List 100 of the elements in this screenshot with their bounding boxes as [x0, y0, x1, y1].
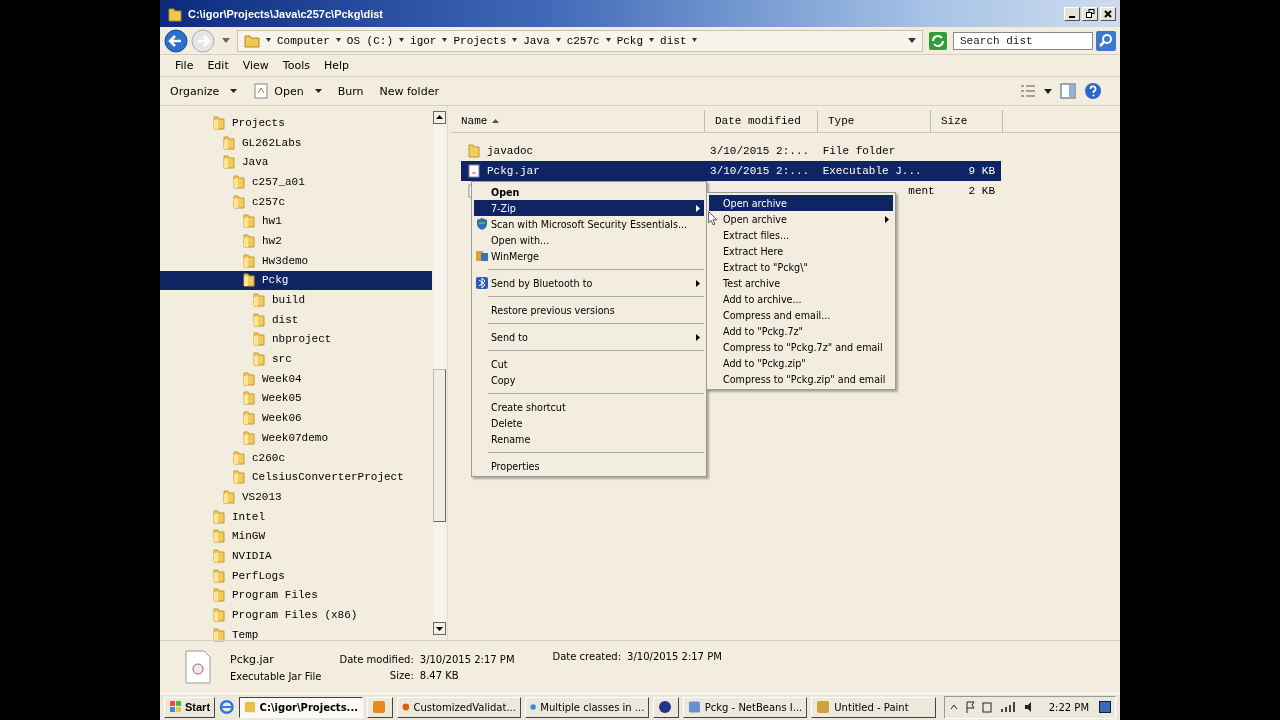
caret-icon[interactable] [649, 38, 655, 43]
selected-file-row[interactable]: Pckg.jar 3/10/2015 2:... Executable J... 9 KB [461, 161, 1001, 181]
tree-item[interactable]: Hw3demo [160, 250, 432, 271]
search-icon[interactable] [1096, 30, 1116, 51]
taskbar-button[interactable] [653, 696, 679, 718]
caret-icon[interactable] [605, 38, 611, 43]
menu-item[interactable]: Help [316, 59, 357, 72]
context-menu-item[interactable]: Open [474, 184, 704, 200]
tree-item[interactable]: Projects [160, 113, 432, 133]
tree-item[interactable]: MinGW [160, 526, 432, 547]
address-bar[interactable]: Computer OS (C:) igor Projects Java c257c Pckg dist [237, 29, 923, 52]
tree-item[interactable]: GL262Labs [160, 132, 432, 153]
breadcrumb[interactable]: igor [410, 34, 437, 47]
tree-item[interactable]: Week06 [160, 408, 432, 428]
column-header[interactable]: Name [451, 110, 705, 132]
tree-item[interactable]: nbproject [160, 329, 432, 350]
close-button[interactable] [1100, 6, 1116, 21]
taskbar-button[interactable] [367, 696, 393, 718]
submenu-item[interactable]: Compress to "Pckg.7z" and email [709, 339, 893, 355]
breadcrumb[interactable]: Projects [453, 34, 507, 47]
context-menu-item[interactable]: Scan with Microsoft Security Essentials... [474, 216, 704, 232]
tree-item[interactable]: NVIDIA [160, 546, 432, 566]
search-field[interactable]: Search dist [953, 31, 1093, 50]
menu-item[interactable]: Tools [275, 59, 317, 72]
tree-item[interactable]: c257_a01 [160, 172, 432, 192]
submenu-item[interactable]: Add to "Pckg.7z" [709, 323, 893, 339]
context-menu-item[interactable]: Cut [474, 356, 704, 372]
refresh-icon[interactable] [929, 31, 947, 50]
tree-item[interactable]: build [160, 290, 432, 310]
submenu-item[interactable]: Extract to "Pckg\" [709, 259, 893, 275]
tree-item[interactable]: CelsiusConverterProject [160, 467, 432, 488]
submenu-item[interactable]: Extract Here [709, 243, 893, 259]
context-menu-item[interactable]: Send by Bluetooth to [474, 275, 704, 291]
breadcrumb[interactable]: Pckg [616, 34, 644, 47]
tree-item[interactable]: Program Files (x86) [160, 605, 432, 625]
context-menu-item[interactable]: 7-Zip [474, 200, 704, 216]
caret-icon[interactable] [555, 38, 561, 43]
tree-item[interactable]: dist [160, 309, 432, 330]
preview-pane-icon[interactable] [1060, 83, 1076, 99]
file-row[interactable]: javadoc 3/10/2015 2:... File folder [461, 141, 1001, 161]
menu-item[interactable]: Edit [200, 59, 236, 72]
tree-item[interactable]: c260c [160, 447, 432, 468]
tree-item[interactable]: PerfLogs [160, 565, 432, 586]
submenu-item[interactable]: Compress to "Pckg.zip" and email [709, 371, 893, 387]
tree-item[interactable]: VS2013 [160, 487, 432, 507]
restore-button[interactable] [1082, 6, 1098, 21]
submenu-item[interactable]: Test archive [709, 275, 893, 291]
caret-icon[interactable] [512, 38, 518, 43]
submenu-item[interactable]: Compress and email... [709, 307, 893, 323]
caret-icon[interactable] [266, 38, 271, 43]
taskbar-button[interactable]: CustomizedValidat... [396, 696, 521, 718]
context-menu-item[interactable]: Restore previous versions [474, 302, 704, 318]
tree-item[interactable]: hw2 [160, 231, 432, 251]
minimize-button[interactable] [1064, 6, 1080, 21]
context-menu-item[interactable]: Properties [474, 458, 704, 474]
breadcrumb[interactable]: Computer [277, 34, 330, 47]
caret-icon[interactable] [692, 38, 698, 43]
caret-icon[interactable] [908, 38, 916, 43]
taskbar-button[interactable]: Untitled - Paint [811, 696, 936, 718]
breadcrumb[interactable]: c257c [566, 34, 600, 47]
tree-item[interactable]: Week07demo [160, 428, 432, 448]
column-header[interactable]: Type [818, 110, 931, 132]
taskbar-button[interactable]: C:\igor\Projects... [238, 696, 363, 718]
context-menu-item[interactable]: Rename [474, 431, 704, 447]
submenu-item[interactable]: Add to archive... [709, 291, 893, 307]
tree-item[interactable]: Week04 [160, 368, 432, 389]
taskbar-button[interactable]: Multiple classes in ... [524, 696, 650, 718]
toolbar-button[interactable]: Organize [166, 82, 242, 100]
toolbar-button[interactable]: Burn [333, 82, 368, 100]
context-menu-item[interactable]: Send to [474, 329, 704, 345]
tree-item[interactable]: src [160, 349, 432, 369]
toolbar-button[interactable]: New folder [375, 82, 443, 100]
toolbar-button[interactable]: Open [249, 81, 326, 101]
context-menu-item[interactable]: Delete [474, 415, 704, 431]
browser-icon[interactable] [219, 699, 235, 715]
caret-icon[interactable] [442, 38, 448, 43]
scroll-thumb[interactable] [433, 369, 446, 522]
column-header[interactable]: Size [931, 110, 1003, 132]
back-button[interactable] [164, 28, 188, 53]
tree-item[interactable]: Program Files [160, 585, 432, 606]
start-button[interactable]: Start [164, 696, 216, 718]
tree-item[interactable]: c257c [160, 191, 432, 212]
clock[interactable]: 2:22 PM [1048, 701, 1089, 713]
caret-icon[interactable] [1044, 88, 1052, 94]
context-menu-item[interactable]: Open with... [474, 232, 704, 248]
show-desktop-icon[interactable] [1099, 701, 1111, 713]
caret-icon[interactable] [399, 38, 405, 43]
menu-item[interactable]: View [235, 59, 276, 72]
tree-item[interactable]: Java [160, 152, 432, 173]
taskbar-button[interactable]: Pckg - NetBeans I... [682, 696, 808, 718]
tree-item[interactable]: Temp [160, 624, 432, 645]
column-header[interactable]: Date modified [705, 110, 818, 132]
selected-tree-item[interactable]: Pckg [160, 270, 432, 291]
breadcrumb[interactable]: OS (C:) [346, 34, 394, 47]
submenu-item[interactable]: Open archive [709, 195, 893, 211]
tree-item[interactable]: Intel [160, 506, 432, 527]
context-menu-item[interactable]: WinMerge [474, 248, 704, 264]
breadcrumb[interactable]: dist [660, 34, 687, 47]
help-icon[interactable] [1084, 82, 1102, 100]
submenu-item[interactable]: Extract files... [709, 227, 893, 243]
